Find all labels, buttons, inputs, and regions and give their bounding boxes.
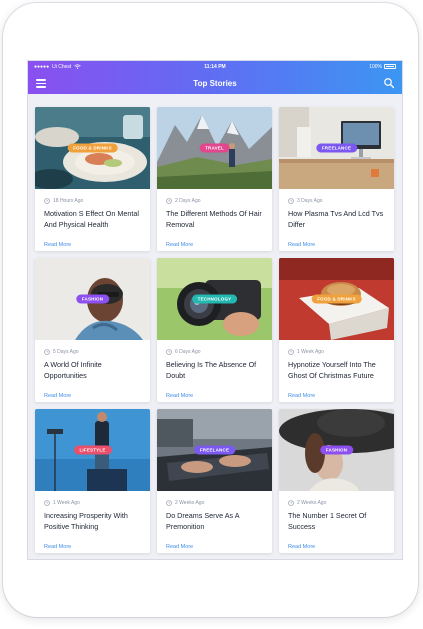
story-image: TECHNOLOGY xyxy=(157,258,272,340)
read-more-link[interactable]: Read More xyxy=(279,391,324,399)
story-time: 3 Days Ago xyxy=(297,197,323,204)
clock-icon xyxy=(44,197,50,204)
status-time: 11:14 PM xyxy=(204,63,226,70)
story-card[interactable]: TRAVEL 2 Days Ago The Different Methods … xyxy=(157,107,272,251)
story-time: 2 Days Ago xyxy=(175,197,201,204)
story-time: 5 Days Ago xyxy=(53,348,79,355)
clock-icon xyxy=(44,348,50,355)
clock-icon xyxy=(166,499,172,506)
story-title[interactable]: Do Dreams Serve As A Premonition xyxy=(157,506,272,535)
page-title: Top Stories xyxy=(193,78,237,88)
stories-grid: FOOD & DRINKS 18 Hours Ago Motivation S … xyxy=(35,107,395,553)
read-more-link[interactable]: Read More xyxy=(279,542,324,550)
category-badge[interactable]: FOOD & DRINKS xyxy=(311,294,362,304)
story-card[interactable]: FASHION 2 Weeks Ago The Number 1 Secret … xyxy=(279,409,394,553)
story-title[interactable]: A World Of Infinite Opportunities xyxy=(35,355,150,384)
story-meta: 3 Days Ago xyxy=(279,189,394,204)
read-more-link[interactable]: Read More xyxy=(157,391,202,399)
category-badge[interactable]: FASHION xyxy=(75,294,110,304)
story-image: FOOD & DRINKS xyxy=(35,107,150,189)
category-badge[interactable]: FASHION xyxy=(319,445,354,455)
story-meta: 18 Hours Ago xyxy=(35,189,150,204)
story-image: FOOD & DRINKS xyxy=(279,258,394,340)
story-image: TRAVEL xyxy=(157,107,272,189)
story-card[interactable]: TECHNOLOGY 6 Days Ago Believing Is The A… xyxy=(157,258,272,402)
story-time: 1 Week Ago xyxy=(53,499,80,506)
story-image: FASHION xyxy=(279,409,394,491)
story-title[interactable]: How Plasma Tvs And Lcd Tvs Differ xyxy=(279,204,394,233)
story-time: 6 Days Ago xyxy=(175,348,201,355)
search-icon[interactable] xyxy=(383,77,395,89)
category-badge[interactable]: LIFESTYLE xyxy=(73,445,112,455)
clock-icon xyxy=(288,197,294,204)
story-meta: 1 Week Ago xyxy=(279,340,394,355)
story-card[interactable]: FREELANCE 2 Weeks Ago Do Dreams Serve As… xyxy=(157,409,272,553)
story-meta: 2 Days Ago xyxy=(157,189,272,204)
story-time: 2 Weeks Ago xyxy=(175,499,205,506)
clock-icon xyxy=(166,348,172,355)
story-meta: 2 Weeks Ago xyxy=(279,491,394,506)
story-title[interactable]: The Number 1 Secret Of Success xyxy=(279,506,394,535)
clock-icon xyxy=(288,348,294,355)
category-badge[interactable]: FOOD & DRINKS xyxy=(67,143,118,153)
story-title[interactable]: Hypnotize Yourself Into The Ghost Of Chr… xyxy=(279,355,394,384)
story-time: 18 Hours Ago xyxy=(53,197,84,204)
read-more-link[interactable]: Read More xyxy=(157,542,202,550)
story-image: FASHION xyxy=(35,258,150,340)
read-more-link[interactable]: Read More xyxy=(35,240,80,248)
clock-icon xyxy=(44,499,50,506)
story-image: FREELANCE xyxy=(279,107,394,189)
story-time: 1 Week Ago xyxy=(297,348,324,355)
story-card[interactable]: FREELANCE 3 Days Ago How Plasma Tvs And … xyxy=(279,107,394,251)
story-card[interactable]: FOOD & DRINKS 1 Week Ago Hypnotize Yours… xyxy=(279,258,394,402)
tablet-frame: ●●●●● Ui Chest 11:14 PM 100% Top Stories xyxy=(3,3,418,617)
hamburger-icon[interactable] xyxy=(36,79,46,88)
app-screen: ●●●●● Ui Chest 11:14 PM 100% Top Stories xyxy=(28,61,402,559)
story-time: 2 Weeks Ago xyxy=(297,499,327,506)
story-title[interactable]: Motivation S Effect On Mental And Physic… xyxy=(35,204,150,233)
read-more-link[interactable]: Read More xyxy=(35,391,80,399)
category-badge[interactable]: TECHNOLOGY xyxy=(191,294,238,304)
story-title[interactable]: Increasing Prosperity With Positive Thin… xyxy=(35,506,150,535)
story-image: FREELANCE xyxy=(157,409,272,491)
category-badge[interactable]: FREELANCE xyxy=(193,445,236,455)
story-title[interactable]: Believing Is The Absence Of Doubt xyxy=(157,355,272,384)
read-more-link[interactable]: Read More xyxy=(35,542,80,550)
story-meta: 6 Days Ago xyxy=(157,340,272,355)
story-title[interactable]: The Different Methods Of Hair Removal xyxy=(157,204,272,233)
story-meta: 5 Days Ago xyxy=(35,340,150,355)
clock-icon xyxy=(288,499,294,506)
story-card[interactable]: FOOD & DRINKS 18 Hours Ago Motivation S … xyxy=(35,107,150,251)
clock-icon xyxy=(166,197,172,204)
story-meta: 2 Weeks Ago xyxy=(157,491,272,506)
category-badge[interactable]: TRAVEL xyxy=(199,143,230,153)
story-card[interactable]: FASHION 5 Days Ago A World Of Infinite O… xyxy=(35,258,150,402)
story-image: LIFESTYLE xyxy=(35,409,150,491)
battery-icon xyxy=(384,64,396,69)
category-badge[interactable]: FREELANCE xyxy=(315,143,358,153)
read-more-link[interactable]: Read More xyxy=(279,240,324,248)
status-bar: ●●●●● Ui Chest 11:14 PM 100% xyxy=(28,61,402,72)
story-card[interactable]: LIFESTYLE 1 Week Ago Increasing Prosperi… xyxy=(35,409,150,553)
read-more-link[interactable]: Read More xyxy=(157,240,202,248)
story-meta: 1 Week Ago xyxy=(35,491,150,506)
top-navbar: Top Stories xyxy=(28,72,402,94)
